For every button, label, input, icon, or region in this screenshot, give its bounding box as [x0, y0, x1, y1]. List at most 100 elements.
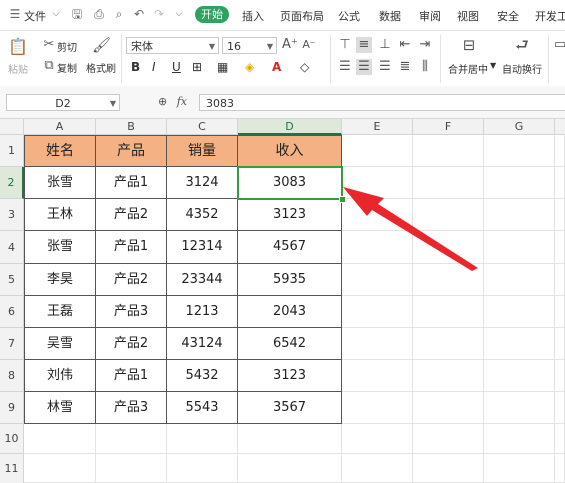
tab-page-layout[interactable]: 页面布局 — [280, 8, 324, 24]
row-header[interactable]: 10 — [0, 424, 24, 454]
wrap-text-button[interactable]: 自动换行 — [502, 61, 542, 76]
cell-f7[interactable] — [413, 328, 484, 360]
indent-decrease-icon[interactable]: ⇤ — [398, 37, 412, 53]
cell-e11[interactable] — [342, 454, 413, 483]
cell-f9[interactable] — [413, 392, 484, 424]
tab-security[interactable]: 安全 — [497, 8, 519, 24]
cell-g4[interactable] — [484, 231, 555, 264]
row-header[interactable]: 8 — [0, 360, 24, 392]
cell-b8[interactable]: 产品1 — [96, 360, 167, 392]
format-painter-button[interactable]: 格式刷 — [86, 60, 116, 75]
column-header-f[interactable]: F — [413, 119, 484, 135]
cell-d7[interactable]: 6542 — [238, 328, 342, 360]
cell-d8[interactable]: 3123 — [238, 360, 342, 392]
cell-a11[interactable] — [24, 454, 96, 483]
cell-c8[interactable]: 5432 — [167, 360, 238, 392]
cell-f3[interactable] — [413, 199, 484, 231]
cell-c9[interactable]: 5543 — [167, 392, 238, 424]
cell-g10[interactable] — [484, 424, 555, 454]
italic-button[interactable]: I — [152, 59, 156, 75]
cell-h1[interactable] — [555, 135, 565, 167]
cell-g2[interactable] — [484, 167, 555, 199]
table-header-cell[interactable]: 姓名 — [24, 135, 96, 167]
align-right-icon[interactable]: ☰ — [378, 59, 392, 75]
cell-g3[interactable] — [484, 199, 555, 231]
cell-e7[interactable] — [342, 328, 413, 360]
indent-increase-icon[interactable]: ⇥ — [418, 37, 432, 53]
cut-button[interactable]: 剪切 — [57, 39, 77, 54]
cell-e1[interactable] — [342, 135, 413, 167]
font-name-select[interactable]: 宋体 ▼ — [126, 37, 219, 54]
cell-c7[interactable]: 43124 — [167, 328, 238, 360]
cell-e5[interactable] — [342, 264, 413, 296]
cell-d6[interactable]: 2043 — [238, 296, 342, 328]
align-center-icon[interactable]: ☰ — [356, 59, 372, 75]
cell-b10[interactable] — [96, 424, 167, 454]
merge-center-button[interactable]: 合并居中 — [448, 61, 488, 76]
column-header-d[interactable]: D — [238, 119, 342, 135]
cell-d2[interactable]: 3083 — [238, 167, 342, 199]
paste-icon[interactable]: 📋 — [8, 39, 28, 55]
redo-icon[interactable]: ↷ — [152, 7, 166, 21]
cell-e8[interactable] — [342, 360, 413, 392]
number-format-icon[interactable]: ▭ — [554, 37, 565, 53]
cell-c6[interactable]: 1213 — [167, 296, 238, 328]
format-painter-icon[interactable]: 🖌 — [92, 37, 111, 53]
cell-c5[interactable]: 23344 — [167, 264, 238, 296]
cell-c2[interactable]: 3124 — [167, 167, 238, 199]
justify-icon[interactable]: ≣ — [398, 59, 412, 75]
tab-data[interactable]: 数据 — [379, 8, 401, 24]
cell-a9[interactable]: 林雪 — [24, 392, 96, 424]
cell-e4[interactable] — [342, 231, 413, 264]
row-header[interactable]: 11 — [0, 454, 24, 483]
cell-a5[interactable]: 李昊 — [24, 264, 96, 296]
cell-h7[interactable] — [555, 328, 565, 360]
cell-h4[interactable] — [555, 231, 565, 264]
tab-insert[interactable]: 插入 — [242, 8, 264, 24]
cell-d9[interactable]: 3567 — [238, 392, 342, 424]
cell-h8[interactable] — [555, 360, 565, 392]
cell-a10[interactable] — [24, 424, 96, 454]
cell-b6[interactable]: 产品3 — [96, 296, 167, 328]
tab-review[interactable]: 审阅 — [419, 8, 441, 24]
cell-b5[interactable]: 产品2 — [96, 264, 167, 296]
cell-f5[interactable] — [413, 264, 484, 296]
row-header[interactable]: 4 — [0, 231, 24, 264]
tab-view[interactable]: 视图 — [457, 8, 479, 24]
cell-e2[interactable] — [342, 167, 413, 199]
fill-handle[interactable] — [339, 196, 346, 203]
align-top-icon[interactable]: ⊤ — [338, 37, 352, 53]
save-icon[interactable]: 🖫 — [70, 7, 84, 21]
cell-f6[interactable] — [413, 296, 484, 328]
cell-c3[interactable]: 4352 — [167, 199, 238, 231]
cell-b2[interactable]: 产品1 — [96, 167, 167, 199]
row-header[interactable]: 3 — [0, 199, 24, 231]
cell-h11[interactable] — [555, 454, 565, 483]
row-header[interactable]: 9 — [0, 392, 24, 424]
scissors-icon[interactable]: ✂ — [42, 37, 56, 53]
cell-g6[interactable] — [484, 296, 555, 328]
zoom-icon[interactable]: ⊕ — [158, 95, 167, 108]
cell-f2[interactable] — [413, 167, 484, 199]
row-header[interactable]: 2 — [0, 167, 24, 199]
cell-g5[interactable] — [484, 264, 555, 296]
cell-f11[interactable] — [413, 454, 484, 483]
cell-d4[interactable]: 4567 — [238, 231, 342, 264]
cell-h2[interactable] — [555, 167, 565, 199]
cell-e10[interactable] — [342, 424, 413, 454]
customize-toolbar-icon[interactable]: ⌵ — [172, 7, 186, 21]
cell-d11[interactable] — [238, 454, 342, 483]
copy-icon[interactable]: ⧉ — [42, 58, 56, 74]
distributed-align-icon[interactable]: ⫼ — [418, 59, 432, 75]
cell-f1[interactable] — [413, 135, 484, 167]
print-icon[interactable]: ⎙ — [92, 7, 106, 21]
cell-g1[interactable] — [484, 135, 555, 167]
cell-f8[interactable] — [413, 360, 484, 392]
cell-f10[interactable] — [413, 424, 484, 454]
select-all-corner[interactable] — [0, 119, 24, 135]
cell-b9[interactable]: 产品3 — [96, 392, 167, 424]
undo-icon[interactable]: ↶ — [132, 7, 146, 21]
align-bottom-icon[interactable]: ⊥ — [378, 37, 392, 53]
tab-formulas[interactable]: 公式 — [338, 8, 360, 24]
cell-b7[interactable]: 产品2 — [96, 328, 167, 360]
